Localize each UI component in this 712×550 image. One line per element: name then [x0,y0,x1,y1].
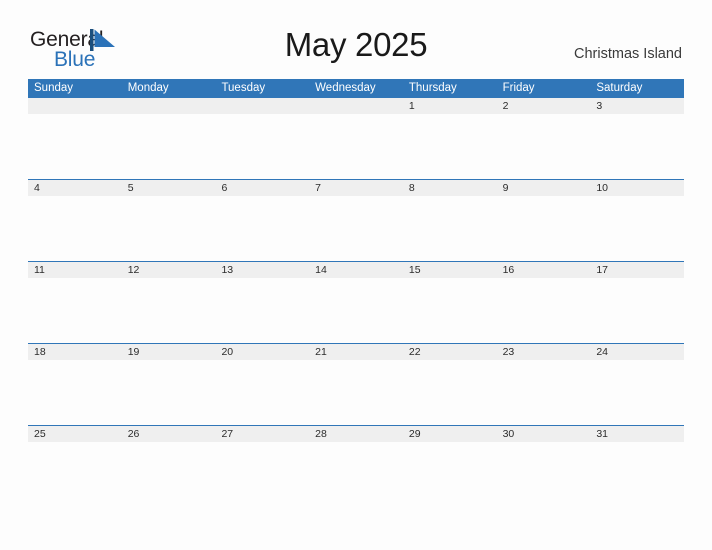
day-number[interactable]: 14 [309,262,403,278]
page-header: General Blue May 2025 Christmas Island [0,0,712,78]
calendar-week-row: 4 5 6 7 8 9 10 [28,179,684,261]
week-date-band: 25 26 27 28 29 30 31 [28,426,684,442]
day-cell[interactable] [215,442,309,507]
day-cell[interactable] [122,196,216,261]
calendar-week-row: 11 12 13 14 15 16 17 [28,261,684,343]
day-cell[interactable] [28,442,122,507]
calendar-weekday-header: Sunday Monday Tuesday Wednesday Thursday… [28,79,684,97]
day-number[interactable]: 16 [497,262,591,278]
day-cell[interactable] [590,278,684,343]
day-cell[interactable] [122,114,216,179]
day-cell[interactable] [309,278,403,343]
day-cell[interactable] [590,114,684,179]
day-number[interactable]: 30 [497,426,591,442]
day-number[interactable]: 3 [590,98,684,114]
day-cell[interactable] [403,442,497,507]
week-event-area [28,114,684,179]
day-cell[interactable] [403,196,497,261]
day-number[interactable]: 19 [122,344,216,360]
day-cell[interactable] [28,278,122,343]
day-number[interactable] [28,98,122,114]
day-number[interactable]: 24 [590,344,684,360]
day-cell[interactable] [28,114,122,179]
day-cell[interactable] [215,278,309,343]
calendar-week-row: 1 2 3 [28,97,684,179]
day-cell[interactable] [215,360,309,425]
day-cell[interactable] [215,196,309,261]
day-cell[interactable] [497,360,591,425]
day-cell[interactable] [497,196,591,261]
day-cell[interactable] [309,442,403,507]
day-cell[interactable] [497,278,591,343]
day-cell[interactable] [497,442,591,507]
day-cell[interactable] [28,360,122,425]
day-number[interactable]: 28 [309,426,403,442]
week-event-area [28,442,684,507]
day-number[interactable]: 31 [590,426,684,442]
day-number[interactable]: 12 [122,262,216,278]
day-number[interactable]: 23 [497,344,591,360]
day-number[interactable]: 4 [28,180,122,196]
weekday-wednesday: Wednesday [315,82,376,94]
weekday-sunday: Sunday [34,82,74,94]
day-number[interactable]: 8 [403,180,497,196]
day-number[interactable]: 27 [215,426,309,442]
day-number[interactable]: 17 [590,262,684,278]
day-cell[interactable] [590,196,684,261]
day-cell[interactable] [403,114,497,179]
day-cell[interactable] [309,114,403,179]
day-number[interactable] [215,98,309,114]
day-number[interactable]: 10 [590,180,684,196]
day-cell[interactable] [590,442,684,507]
day-number[interactable]: 29 [403,426,497,442]
weekday-saturday: Saturday [596,82,643,94]
day-number[interactable]: 5 [122,180,216,196]
calendar-week-row: 18 19 20 21 22 23 24 [28,343,684,425]
day-number[interactable]: 2 [497,98,591,114]
day-number[interactable]: 26 [122,426,216,442]
week-event-area [28,278,684,343]
week-date-band: 18 19 20 21 22 23 24 [28,344,684,360]
week-date-band: 4 5 6 7 8 9 10 [28,180,684,196]
day-cell[interactable] [590,360,684,425]
day-number[interactable] [309,98,403,114]
weekday-tuesday: Tuesday [221,82,266,94]
day-cell[interactable] [403,278,497,343]
day-number[interactable]: 13 [215,262,309,278]
day-cell[interactable] [497,114,591,179]
day-cell[interactable] [122,278,216,343]
day-cell[interactable] [309,360,403,425]
day-cell[interactable] [403,360,497,425]
day-cell[interactable] [215,114,309,179]
weekday-thursday: Thursday [408,82,457,94]
day-cell[interactable] [309,196,403,261]
day-number[interactable]: 9 [497,180,591,196]
day-number[interactable]: 21 [309,344,403,360]
day-number[interactable]: 7 [309,180,403,196]
week-date-band: 1 2 3 [28,98,684,114]
week-event-area [28,360,684,425]
day-number[interactable]: 25 [28,426,122,442]
weekday-friday: Friday [502,82,535,94]
week-event-area [28,196,684,261]
weekday-monday: Monday [127,82,169,94]
day-number[interactable]: 11 [28,262,122,278]
week-date-band: 11 12 13 14 15 16 17 [28,262,684,278]
region-label: Christmas Island [574,46,682,62]
day-number[interactable]: 6 [215,180,309,196]
day-number[interactable]: 18 [28,344,122,360]
day-number[interactable]: 1 [403,98,497,114]
day-number[interactable] [122,98,216,114]
calendar-week-row: 25 26 27 28 29 30 31 [28,425,684,507]
day-number[interactable]: 15 [403,262,497,278]
day-number[interactable]: 22 [403,344,497,360]
day-number[interactable]: 20 [215,344,309,360]
day-cell[interactable] [122,360,216,425]
calendar-grid: Sunday Monday Tuesday Wednesday Thursday… [28,79,684,507]
day-cell[interactable] [122,442,216,507]
day-cell[interactable] [28,196,122,261]
